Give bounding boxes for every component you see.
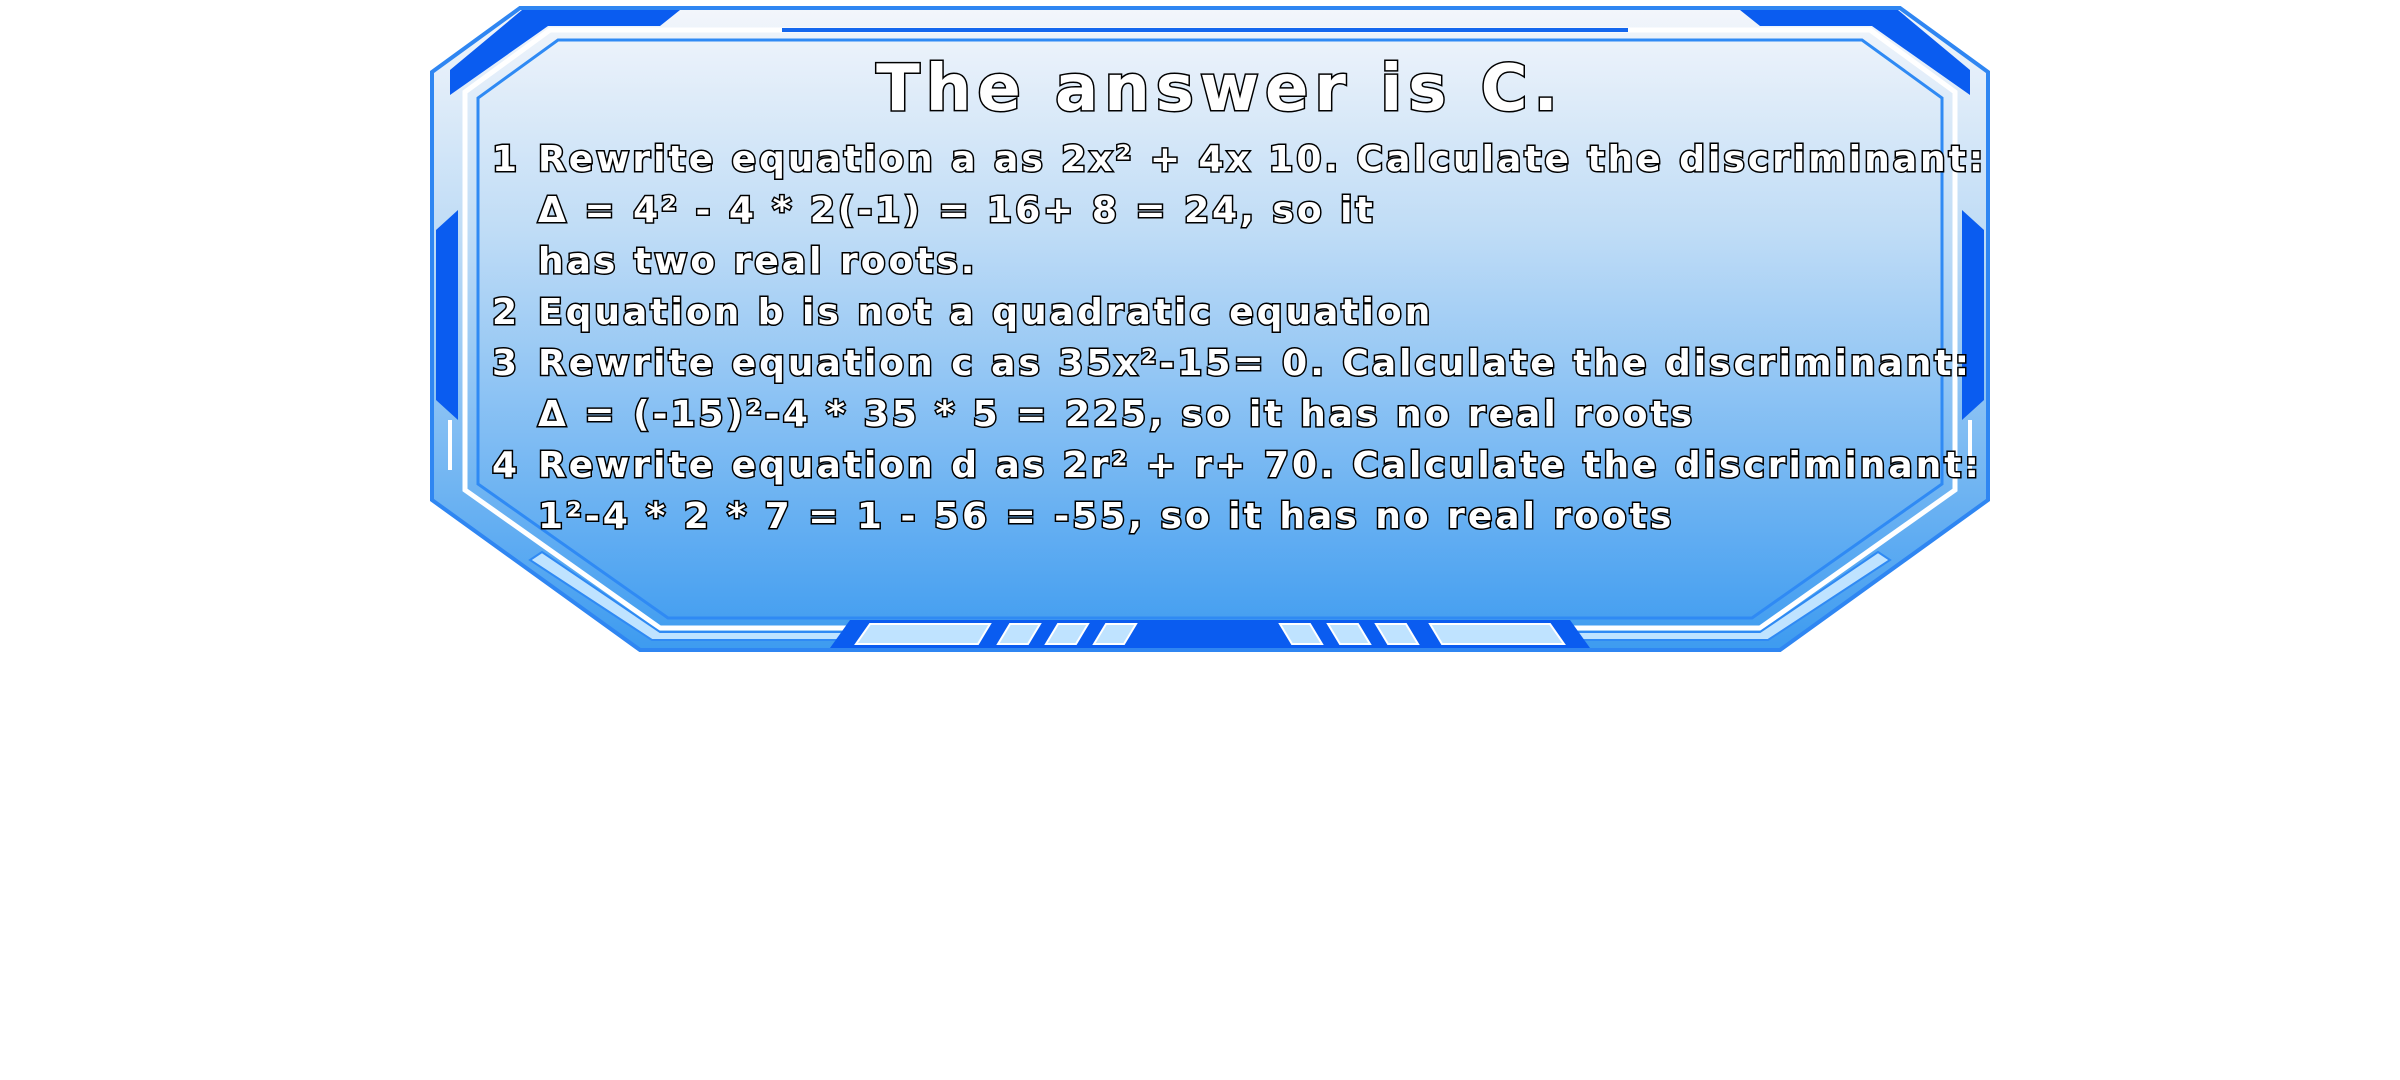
answer-title: The answer is C. [875, 51, 1564, 128]
solution-step-1: 1 Rewrite equation a as 2x² + 4x 10. Cal… [480, 134, 1985, 287]
step-line: Δ = 4² - 4 * 2(-1) = 16+ 8 = 24, so it [536, 189, 1376, 233]
step-line: Rewrite equation c as 35x²-15= 0. Calcul… [537, 342, 1972, 386]
step-text: Rewrite equation c as 35x²-15= 0. Calcul… [537, 338, 1972, 440]
step-number: 2 [491, 291, 521, 335]
answer-content: The answer is C. 1 Rewrite equation a as… [480, 48, 1985, 548]
step-text: Rewrite equation a as 2x² + 4x 10. Calcu… [536, 134, 1987, 287]
solution-steps: 1 Rewrite equation a as 2x² + 4x 10. Cal… [480, 134, 1985, 542]
step-line: Δ = (-15)²-4 * 35 * 5 = 225, so it has n… [537, 393, 1696, 437]
step-number: 3 [491, 342, 521, 386]
step-line: has two real roots. [536, 240, 978, 284]
step-line: Rewrite equation a as 2x² + 4x 10. Calcu… [536, 138, 1987, 182]
step-line: 1²-4 * 2 * 7 = 1 - 56 = -55, so it has n… [537, 495, 1675, 539]
step-text: Equation b is not a quadratic equation [537, 287, 1960, 338]
step-number: 4 [491, 444, 521, 488]
solution-step-2: 2 Equation b is not a quadratic equation [480, 287, 1960, 338]
step-line: Equation b is not a quadratic equation [537, 291, 1434, 335]
step-number: 1 [491, 138, 521, 182]
solution-step-3: 3 Rewrite equation c as 35x²-15= 0. Calc… [480, 338, 1971, 440]
frame-left-side-block [436, 210, 458, 420]
stage: The answer is C. 1 Rewrite equation a as… [0, 0, 2400, 1080]
step-text: Rewrite equation d as 2r² + r+ 70. Calcu… [537, 440, 1982, 542]
solution-step-4: 4 Rewrite equation d as 2r² + r+ 70. Cal… [480, 440, 1981, 542]
step-line: Rewrite equation d as 2r² + r+ 70. Calcu… [537, 444, 1982, 488]
